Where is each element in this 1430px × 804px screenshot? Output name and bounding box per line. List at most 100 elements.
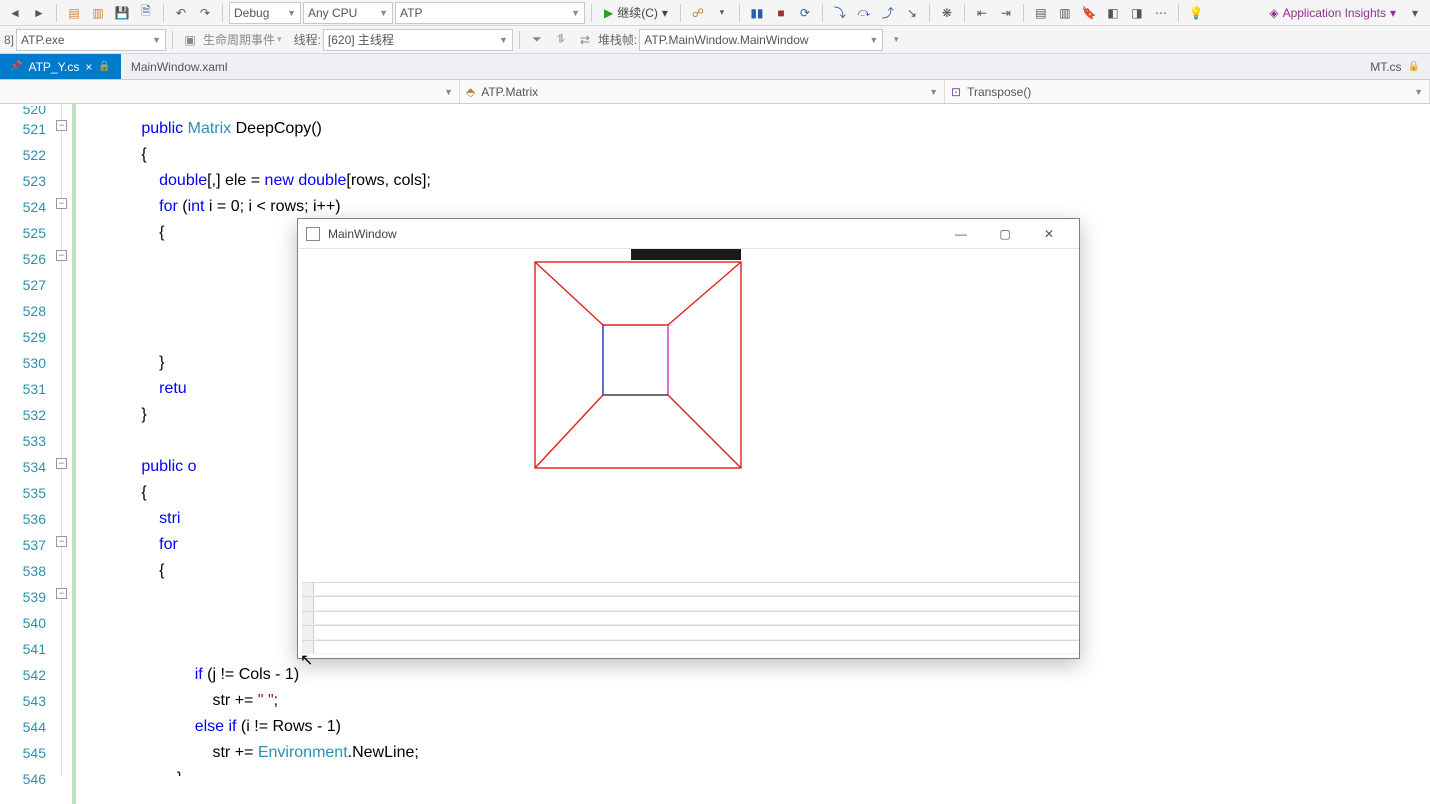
table-row[interactable] (302, 625, 1079, 639)
tab-mt-cs[interactable]: MT.cs 🔒 (1360, 54, 1430, 79)
platform-label: Any CPU (308, 6, 357, 20)
stop-icon[interactable]: ■ (770, 2, 792, 24)
stackframe-dropdown[interactable]: ATP.MainWindow.MainWindow▼ (639, 29, 883, 51)
filter-icon[interactable]: ⏷ (526, 29, 548, 51)
maximize-button[interactable]: ▢ (983, 220, 1027, 248)
process-dropdown[interactable]: ATP.exe▼ (16, 29, 166, 51)
table-row[interactable] (302, 640, 1079, 654)
table-row[interactable] (302, 611, 1079, 625)
more-icon[interactable]: ⋯ (1150, 2, 1172, 24)
step-out-icon[interactable]: ⤴ (877, 2, 899, 24)
tab-mainwindow-xaml[interactable]: MainWindow.xaml (121, 54, 238, 79)
toolbar-overflow-icon[interactable]: ▾ (885, 29, 907, 51)
toggle-icon[interactable]: ◧ (1102, 2, 1124, 24)
fold-toggle[interactable]: − (56, 198, 67, 209)
process-label: ATP.exe (21, 33, 65, 47)
app-insights-button[interactable]: ◈ Application Insights ▾ (1263, 2, 1402, 24)
insights-icon: ◈ (1269, 6, 1278, 20)
pause-icon[interactable]: ▮▮ (746, 2, 768, 24)
nav-member-dropdown[interactable]: ⊡ Transpose() ▼ (945, 80, 1430, 103)
nav-fwd-icon[interactable]: ► (28, 2, 50, 24)
change-indicator-bar (72, 104, 78, 776)
sparkle-icon[interactable]: ❋ (936, 2, 958, 24)
chevron-down-icon: ▼ (499, 35, 508, 45)
thread-dropdown[interactable]: [620] 主线程▼ (323, 29, 513, 51)
tab-label: MT.cs (1370, 60, 1401, 74)
startup-label: ATP (400, 6, 422, 20)
chevron-down-icon: ▼ (869, 35, 878, 45)
swap-icon[interactable]: ⇄ (574, 29, 596, 51)
redo-icon[interactable]: ↷ (194, 2, 216, 24)
nav-class-dropdown[interactable]: ⬘ ATP.Matrix ▼ (460, 80, 945, 103)
class-icon: ⬘ (466, 85, 475, 99)
platform-dropdown[interactable]: Any CPU▼ (303, 2, 393, 24)
running-app-window[interactable]: MainWindow — ▢ ✕ (297, 218, 1080, 659)
tab-atp-y[interactable]: 📌 ATP_Y.cs × 🔒 (0, 54, 121, 79)
app-insights-label: Application Insights (1283, 6, 1386, 20)
toggle2-icon[interactable]: ◨ (1126, 2, 1148, 24)
data-grid[interactable] (302, 582, 1079, 654)
thread-label: 线程: (294, 31, 321, 48)
indent-right-icon[interactable]: ⇥ (995, 2, 1017, 24)
chevron-down-icon[interactable]: ▾ (711, 2, 733, 24)
close-button[interactable]: ✕ (1027, 220, 1071, 248)
pin-icon: 📌 (10, 61, 22, 72)
undo-icon[interactable]: ↶ (170, 2, 192, 24)
step-over-icon[interactable]: ⤼ (853, 2, 875, 24)
overflow-icon[interactable]: ▾ (1404, 2, 1426, 24)
nav-project-dropdown[interactable]: ▼ (0, 80, 460, 103)
fold-toggle[interactable]: − (56, 588, 67, 599)
app-icon (306, 227, 320, 241)
chevron-down-icon: ▾ (1390, 6, 1396, 20)
uncomment-icon[interactable]: ▥ (1054, 2, 1076, 24)
top-dark-bar (631, 249, 741, 260)
config-dropdown[interactable]: Debug▼ (229, 2, 301, 24)
nav-member-label: Transpose() (967, 85, 1031, 99)
nav-back-icon[interactable]: ◄ (4, 2, 26, 24)
minimize-button[interactable]: — (939, 220, 983, 248)
bookmark-icon[interactable]: 🔖 (1078, 2, 1100, 24)
window-client-area (298, 249, 1079, 658)
continue-button[interactable]: ▶ 继续(C) ▾ (598, 2, 674, 24)
window-titlebar[interactable]: MainWindow — ▢ ✕ (298, 219, 1079, 249)
run-to-icon[interactable]: ↘ (901, 2, 923, 24)
lock-icon: 🔒 (1408, 61, 1420, 72)
thread-tool-icon[interactable]: ⥮ (550, 29, 572, 51)
indent-left-icon[interactable]: ⇤ (971, 2, 993, 24)
tab-label: MainWindow.xaml (131, 60, 228, 74)
window-title: MainWindow (328, 227, 397, 241)
stackframe-label: 堆栈帧: (598, 31, 637, 48)
play-icon: ▶ (604, 6, 613, 20)
chevron-down-icon: ▼ (571, 8, 580, 18)
nav-class-label: ATP.Matrix (481, 85, 538, 99)
close-icon[interactable]: × (85, 60, 92, 74)
save-all-icon[interactable]: 🗎 (135, 2, 157, 24)
open-file-icon[interactable]: ▥ (87, 2, 109, 24)
method-icon: ⊡ (951, 85, 961, 99)
new-file-icon[interactable]: ▤ (63, 2, 85, 24)
browser-link-icon[interactable]: ☍ (687, 2, 709, 24)
document-tab-strip: 📌 ATP_Y.cs × 🔒 MainWindow.xaml MT.cs 🔒 (0, 54, 1430, 80)
fold-column: − − − − − − (52, 104, 72, 776)
fold-toggle[interactable]: − (56, 250, 67, 261)
table-row[interactable] (302, 596, 1079, 610)
chevron-down-icon: ▼ (1414, 87, 1423, 97)
chevron-down-icon: ▾ (662, 6, 668, 20)
process-prefix: 8] (4, 33, 14, 47)
fold-toggle[interactable]: − (56, 536, 67, 547)
save-icon[interactable]: 💾 (111, 2, 133, 24)
fold-toggle[interactable]: − (56, 458, 67, 469)
chevron-down-icon: ▼ (444, 87, 453, 97)
comment-icon[interactable]: ▤ (1030, 2, 1052, 24)
lightbulb-icon[interactable]: 💡 (1185, 2, 1207, 24)
config-label: Debug (234, 6, 269, 20)
lifecycle-icon[interactable]: ▣ (179, 29, 201, 51)
table-row[interactable] (302, 582, 1079, 596)
lifecycle-label: 生命周期事件 (203, 31, 275, 48)
restart-icon[interactable]: ⟳ (794, 2, 816, 24)
main-toolbar: ◄ ► ▤ ▥ 💾 🗎 ↶ ↷ Debug▼ Any CPU▼ ATP ▼ ▶ 继… (0, 0, 1430, 26)
fold-toggle[interactable]: − (56, 120, 67, 131)
code-nav-bar: ▼ ⬘ ATP.Matrix ▼ ⊡ Transpose() ▼ (0, 80, 1430, 104)
step-into-icon[interactable]: ⤵ (829, 2, 851, 24)
startup-dropdown[interactable]: ATP ▼ (395, 2, 585, 24)
